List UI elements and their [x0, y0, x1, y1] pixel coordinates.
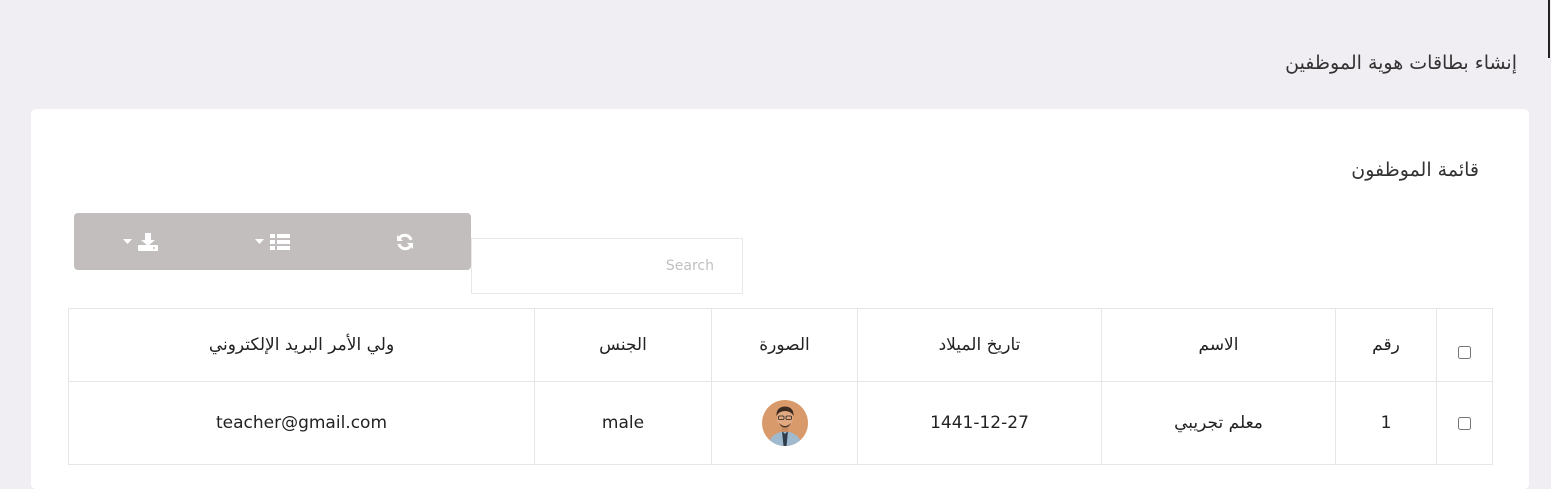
number-cell: 1: [1335, 381, 1437, 465]
select-all-checkbox[interactable]: [1458, 345, 1471, 359]
select-all-cell: [1436, 308, 1493, 382]
export-button[interactable]: [74, 213, 206, 270]
column-header-name[interactable]: الاسم: [1101, 308, 1336, 382]
avatar[interactable]: [761, 400, 808, 446]
search-input[interactable]: [472, 239, 742, 293]
name-cell: معلم تجريبي: [1101, 381, 1336, 465]
dropdown-caret-icon: [254, 239, 264, 244]
download-icon: [137, 232, 158, 251]
column-header-birth-date[interactable]: تاريخ الميلاد: [857, 308, 1102, 382]
column-header-gender[interactable]: الجنس: [534, 308, 712, 382]
birth-date-cell: 1441-12-27: [857, 381, 1102, 465]
table-header-row: ولي الأمر البريد الإلكتروني الجنس الصورة…: [68, 308, 1493, 382]
table-row: teacher@gmail.com male 1441-12-27 معلم ت…: [68, 381, 1493, 465]
guardian-email-cell: teacher@gmail.com: [68, 381, 535, 465]
columns-button[interactable]: [206, 213, 338, 270]
employees-card: قائمة الموظفون Search ولي الأمر البريد ا…: [31, 109, 1529, 489]
card-title: قائمة الموظفون: [1351, 159, 1479, 181]
table-toolbar: [74, 213, 471, 270]
columns-icon: [269, 233, 290, 250]
column-header-guardian-email[interactable]: ولي الأمر البريد الإلكتروني: [68, 308, 535, 382]
page-title: إنشاء بطاقات هوية الموظفين: [1285, 52, 1517, 74]
row-checkbox[interactable]: [1458, 416, 1471, 430]
gender-cell: male: [534, 381, 712, 465]
photo-cell: [711, 381, 858, 465]
search-box: [471, 238, 743, 294]
column-header-number[interactable]: رقم: [1335, 308, 1437, 382]
window-edge-divider: [1548, 0, 1550, 58]
refresh-button[interactable]: [339, 213, 471, 270]
column-header-photo[interactable]: الصورة: [711, 308, 858, 382]
row-select-cell: [1436, 381, 1493, 465]
employees-table: ولي الأمر البريد الإلكتروني الجنس الصورة…: [68, 308, 1493, 465]
refresh-icon: [396, 233, 414, 251]
dropdown-caret-icon: [122, 239, 132, 244]
